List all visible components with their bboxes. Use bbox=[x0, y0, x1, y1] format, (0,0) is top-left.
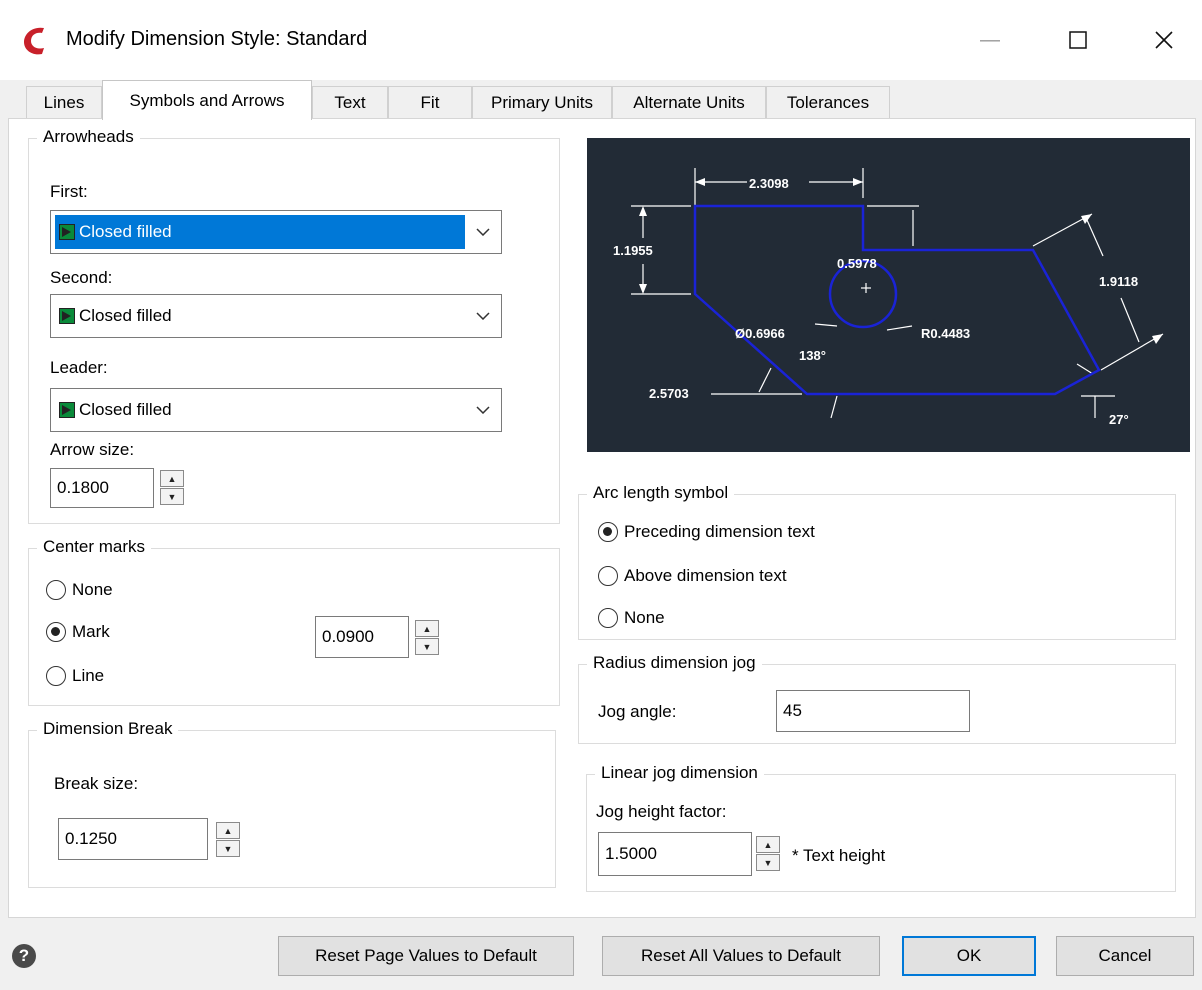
dimension-break-group-label: Dimension Break bbox=[37, 719, 179, 739]
first-arrowhead-value: Closed filled bbox=[79, 222, 172, 241]
preview-label-height: 1.1955 bbox=[613, 243, 653, 258]
arrow-size-label: Arrow size: bbox=[50, 440, 135, 459]
center-none-radio[interactable]: None bbox=[46, 580, 113, 600]
arc-above-label: Above dimension text bbox=[624, 566, 787, 585]
leader-arrowhead-selected: Closed filled bbox=[55, 393, 467, 427]
tab-alternate-units[interactable]: Alternate Units bbox=[612, 86, 766, 118]
minimize-button[interactable]: — bbox=[960, 18, 1020, 62]
leader-label: Leader: bbox=[50, 358, 108, 377]
tab-fit[interactable]: Fit bbox=[388, 86, 472, 118]
spin-up-icon[interactable]: ▲ bbox=[216, 822, 240, 839]
arc-none-radio[interactable]: None bbox=[598, 608, 665, 628]
tab-symbols-and-arrows[interactable]: Symbols and Arrows bbox=[102, 80, 312, 120]
tab-text[interactable]: Text bbox=[312, 86, 388, 118]
tab-lines[interactable]: Lines bbox=[26, 86, 102, 118]
preview-label-angle-small: 27° bbox=[1109, 412, 1129, 427]
jog-height-factor-spinner[interactable]: ▲ ▼ bbox=[756, 836, 782, 871]
arc-preceding-label: Preceding dimension text bbox=[624, 522, 815, 541]
ok-button[interactable]: OK bbox=[902, 936, 1036, 976]
break-size-spinner[interactable]: ▲ ▼ bbox=[216, 822, 242, 857]
radio-circle bbox=[598, 566, 618, 586]
first-arrowhead-selected: Closed filled bbox=[55, 215, 465, 249]
spin-down-icon[interactable]: ▼ bbox=[160, 488, 184, 505]
close-button[interactable] bbox=[1134, 18, 1194, 62]
break-size-label: Break size: bbox=[54, 774, 139, 793]
app-logo-icon bbox=[24, 27, 44, 55]
center-mark-radio[interactable]: Mark bbox=[46, 622, 110, 642]
preview-label-base: 2.5703 bbox=[649, 386, 689, 401]
preview-drawing: 2.3098 1.1955 0.5978 1.9118 Ø0.6966 R0.4… bbox=[613, 168, 1164, 427]
radius-jog-group-label: Radius dimension jog bbox=[587, 653, 762, 673]
dimension-style-preview: 2.3098 1.1955 0.5978 1.9118 Ø0.6966 R0.4… bbox=[587, 138, 1190, 452]
arrowheads-group-label: Arrowheads bbox=[37, 127, 140, 147]
second-arrowhead-value: Closed filled bbox=[79, 306, 172, 325]
chevron-down-icon bbox=[473, 306, 493, 326]
spin-down-icon[interactable]: ▼ bbox=[756, 854, 780, 871]
leader-arrowhead-value: Closed filled bbox=[79, 400, 172, 419]
center-line-label: Line bbox=[72, 666, 105, 685]
spin-up-icon[interactable]: ▲ bbox=[756, 836, 780, 853]
second-label: Second: bbox=[50, 268, 113, 287]
close-icon bbox=[1155, 31, 1173, 49]
preview-label-diameter: Ø0.6966 bbox=[735, 326, 785, 341]
center-mark-size-input[interactable]: 0.0900 bbox=[315, 616, 409, 658]
second-arrowhead-select[interactable]: Closed filled bbox=[50, 294, 502, 338]
chevron-down-icon bbox=[473, 400, 493, 420]
closed-filled-arrow-icon bbox=[59, 224, 75, 240]
radio-circle bbox=[46, 580, 66, 600]
center-mark-label: Mark bbox=[72, 622, 110, 641]
jog-height-factor-input[interactable]: 1.5000 bbox=[598, 832, 752, 876]
closed-filled-arrow-icon bbox=[59, 308, 75, 324]
minimize-icon: — bbox=[980, 28, 1000, 51]
break-size-input[interactable]: 0.1250 bbox=[58, 818, 208, 860]
first-arrowhead-select[interactable]: Closed filled bbox=[50, 210, 502, 254]
radio-circle bbox=[46, 666, 66, 686]
chevron-down-icon bbox=[473, 222, 493, 242]
tab-primary-units[interactable]: Primary Units bbox=[472, 86, 612, 118]
preview-label-slope: 1.9118 bbox=[1099, 274, 1138, 289]
spin-up-icon[interactable]: ▲ bbox=[415, 620, 439, 637]
arc-above-radio[interactable]: Above dimension text bbox=[598, 566, 787, 586]
center-line-radio[interactable]: Line bbox=[46, 666, 104, 686]
arrow-size-spinner[interactable]: ▲ ▼ bbox=[160, 470, 186, 505]
jog-height-factor-label: Jog height factor: bbox=[596, 802, 727, 821]
title-bar: Modify Dimension Style: Standard — bbox=[0, 0, 1202, 80]
radio-circle bbox=[598, 608, 618, 628]
maximize-button[interactable] bbox=[1048, 18, 1108, 62]
linear-jog-group-label: Linear jog dimension bbox=[595, 763, 764, 783]
radio-circle-selected bbox=[46, 622, 66, 642]
preview-label-width: 2.3098 bbox=[749, 176, 789, 191]
text-height-suffix: * Text height bbox=[792, 846, 886, 865]
first-label: First: bbox=[50, 182, 88, 201]
arc-none-label: None bbox=[624, 608, 665, 627]
radio-circle-selected bbox=[598, 522, 618, 542]
dimension-break-group: Dimension Break bbox=[28, 719, 556, 888]
preview-label-step: 0.5978 bbox=[837, 256, 877, 271]
center-none-label: None bbox=[72, 580, 113, 599]
spin-up-icon[interactable]: ▲ bbox=[160, 470, 184, 487]
center-mark-size-spinner[interactable]: ▲ ▼ bbox=[415, 620, 441, 655]
closed-filled-arrow-icon bbox=[59, 402, 75, 418]
arc-preceding-radio[interactable]: Preceding dimension text bbox=[598, 522, 815, 542]
help-icon[interactable]: ? bbox=[12, 944, 36, 968]
second-arrowhead-selected: Closed filled bbox=[55, 299, 467, 333]
leader-arrowhead-select[interactable]: Closed filled bbox=[50, 388, 502, 432]
tab-tolerances[interactable]: Tolerances bbox=[766, 86, 890, 118]
preview-label-radius: R0.4483 bbox=[921, 326, 970, 341]
center-marks-group-label: Center marks bbox=[37, 537, 152, 557]
window-title: Modify Dimension Style: Standard bbox=[66, 28, 368, 50]
arrow-size-input[interactable]: 0.1800 bbox=[50, 468, 154, 508]
jog-angle-label: Jog angle: bbox=[598, 702, 677, 721]
preview-label-angle: 138° bbox=[799, 348, 826, 363]
reset-page-values-button[interactable]: Reset Page Values to Default bbox=[278, 936, 574, 976]
cancel-button[interactable]: Cancel bbox=[1056, 936, 1194, 976]
spin-down-icon[interactable]: ▼ bbox=[415, 638, 439, 655]
spin-down-icon[interactable]: ▼ bbox=[216, 840, 240, 857]
reset-all-values-button[interactable]: Reset All Values to Default bbox=[602, 936, 880, 976]
jog-angle-input[interactable]: 45 bbox=[776, 690, 970, 732]
maximize-icon bbox=[1069, 31, 1087, 49]
arc-length-group-label: Arc length symbol bbox=[587, 483, 735, 503]
